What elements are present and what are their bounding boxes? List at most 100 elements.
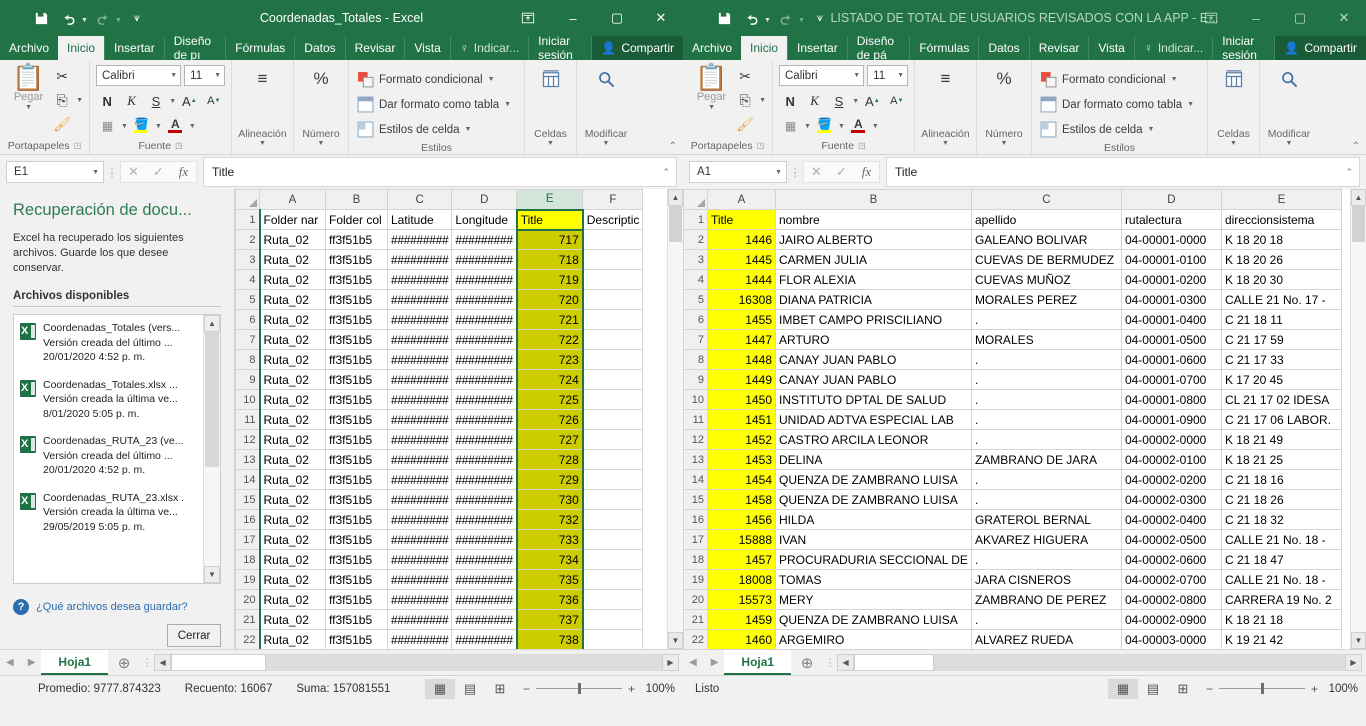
insert-function-icon[interactable]: fx: [171, 161, 196, 183]
cell-A11[interactable]: Ruta_02: [260, 410, 326, 430]
table-row[interactable]: 1918008TOMASJARA CISNEROS04-00002-0700CA…: [684, 570, 1342, 590]
cell-A5[interactable]: Ruta_02: [260, 290, 326, 310]
cell-B1[interactable]: nombre: [776, 210, 972, 230]
paste-button[interactable]: 📋 Pegar ▼: [6, 64, 51, 111]
cell-B11[interactable]: ff3f51b5: [326, 410, 388, 430]
scrollbar-thumb[interactable]: [854, 654, 934, 671]
next-sheet-icon[interactable]: ▶: [711, 657, 719, 668]
cell-C22[interactable]: #########: [388, 630, 452, 650]
cell-C21[interactable]: #########: [388, 610, 452, 630]
font-dialog-launcher[interactable]: ◳: [175, 141, 183, 150]
cell-E8[interactable]: 723: [517, 350, 583, 370]
cell-A13[interactable]: Ruta_02: [260, 450, 326, 470]
scroll-right-icon[interactable]: ▶: [1345, 654, 1362, 671]
cell-D21[interactable]: #########: [452, 610, 517, 630]
paste-button[interactable]: 📋 Pegar ▼: [689, 64, 734, 111]
row-header-9[interactable]: 9: [236, 370, 260, 390]
cell-C1[interactable]: Latitude: [388, 210, 452, 230]
cell-A10[interactable]: 1450: [708, 390, 776, 410]
recovered-files-list[interactable]: Coordenadas_Totales (vers...Versión crea…: [13, 314, 221, 584]
tab-split-handle[interactable]: ⋮: [823, 650, 837, 675]
cell-D15[interactable]: #########: [452, 490, 517, 510]
cell-A22[interactable]: 1460: [708, 630, 776, 650]
cell-B16[interactable]: ff3f51b5: [326, 510, 388, 530]
cell-E9[interactable]: 724: [517, 370, 583, 390]
cancel-formula-icon[interactable]: ✕: [121, 161, 146, 183]
cell-A6[interactable]: 1455: [708, 310, 776, 330]
cell-B8[interactable]: CANAY JUAN PABLO: [776, 350, 972, 370]
row-header-5[interactable]: 5: [684, 290, 708, 310]
zoom-out-button[interactable]: −: [523, 682, 530, 696]
table-row[interactable]: 81448CANAY JUAN PABLO.04-00001-0600C 21 …: [684, 350, 1342, 370]
cell-F1[interactable]: Descriptic: [583, 210, 643, 230]
cell-D11[interactable]: #########: [452, 410, 517, 430]
font-name-select[interactable]: Calibri ▼: [779, 65, 864, 86]
underline-button[interactable]: S: [828, 90, 850, 112]
increase-font-size-button[interactable]: A▲: [861, 90, 883, 112]
cell-B19[interactable]: TOMAS: [776, 570, 972, 590]
enter-formula-icon[interactable]: ✓: [146, 161, 171, 183]
scrollbar-thumb[interactable]: [669, 206, 682, 242]
cell-C2[interactable]: #########: [388, 230, 452, 250]
row-header-16[interactable]: 16: [236, 510, 260, 530]
table-row[interactable]: 131453DELINAZAMBRANO DE JARA04-00002-010…: [684, 450, 1342, 470]
cell-A18[interactable]: 1457: [708, 550, 776, 570]
table-row[interactable]: 71447ARTUROMORALES04-00001-0500C 21 17 5…: [684, 330, 1342, 350]
alignment-dropdown-icon[interactable]: ▼: [259, 140, 266, 147]
scroll-right-icon[interactable]: ▶: [662, 654, 679, 671]
insert-function-icon[interactable]: fx: [854, 161, 879, 183]
cell-E15[interactable]: 730: [517, 490, 583, 510]
ribbon-group-number[interactable]: % Número ▼: [294, 60, 349, 154]
table-row[interactable]: 13Ruta_02ff3f51b5##################728: [236, 450, 643, 470]
undo-icon[interactable]: [739, 5, 765, 31]
table-row[interactable]: 2015573MERYZAMBRANO DE PEREZ04-00002-080…: [684, 590, 1342, 610]
row-header-9[interactable]: 9: [684, 370, 708, 390]
cell-C10[interactable]: .: [971, 390, 1121, 410]
fill-color-dropdown-icon[interactable]: ▼: [838, 123, 845, 130]
previous-sheet-icon[interactable]: ◀: [6, 657, 14, 668]
cell-styles-button[interactable]: Estilos de celda ▼: [357, 118, 518, 141]
cell-B14[interactable]: QUENZA DE ZAMBRANO LUISA: [776, 470, 972, 490]
cell-D8[interactable]: 04-00001-0600: [1121, 350, 1221, 370]
row-header-15[interactable]: 15: [684, 490, 708, 510]
tab-insertar[interactable]: Insertar: [787, 36, 847, 60]
cell-C9[interactable]: .: [971, 370, 1121, 390]
tab-formulas[interactable]: Fórmulas: [225, 36, 294, 60]
cell-B20[interactable]: ff3f51b5: [326, 590, 388, 610]
cell-F17[interactable]: [583, 530, 643, 550]
cell-D2[interactable]: 04-00001-0000: [1121, 230, 1221, 250]
minimize-button[interactable]: –: [551, 0, 595, 36]
cell-B10[interactable]: INSTITUTO DPTAL DE SALUD: [776, 390, 972, 410]
cell-D14[interactable]: 04-00002-0200: [1121, 470, 1221, 490]
table-row[interactable]: 101450INSTITUTO DPTAL DE SALUD.04-00001-…: [684, 390, 1342, 410]
tab-revisar[interactable]: Revisar: [1029, 36, 1089, 60]
zoom-slider[interactable]: [536, 688, 622, 689]
cell-B15[interactable]: ff3f51b5: [326, 490, 388, 510]
cell-D7[interactable]: #########: [452, 330, 517, 350]
cell-C18[interactable]: .: [971, 550, 1121, 570]
cell-C9[interactable]: #########: [388, 370, 452, 390]
cell-F20[interactable]: [583, 590, 643, 610]
conditional-formatting-dropdown-icon[interactable]: ▼: [488, 76, 495, 83]
next-sheet-icon[interactable]: ▶: [28, 657, 36, 668]
cell-B9[interactable]: ff3f51b5: [326, 370, 388, 390]
cell-C5[interactable]: MORALES PEREZ: [971, 290, 1121, 310]
table-row[interactable]: 1Folder narFolder colLatitudeLongitudeTi…: [236, 210, 643, 230]
table-row[interactable]: 1715888IVANAKVAREZ HIGUERA04-00002-0500C…: [684, 530, 1342, 550]
enter-formula-icon[interactable]: ✓: [829, 161, 854, 183]
tab-archivo[interactable]: Archivo: [683, 36, 741, 60]
cell-F14[interactable]: [583, 470, 643, 490]
column-header-B[interactable]: B: [776, 190, 972, 210]
cell-E1[interactable]: direccionsistema: [1221, 210, 1341, 230]
cell-E4[interactable]: K 18 20 30: [1221, 270, 1341, 290]
table-row[interactable]: 12Ruta_02ff3f51b5##################727: [236, 430, 643, 450]
row-header-7[interactable]: 7: [236, 330, 260, 350]
cell-F3[interactable]: [583, 250, 643, 270]
cell-A8[interactable]: Ruta_02: [260, 350, 326, 370]
cell-C19[interactable]: JARA CISNEROS: [971, 570, 1121, 590]
expand-formula-bar-icon[interactable]: ⌃: [662, 167, 670, 178]
cell-A1[interactable]: Title: [708, 210, 776, 230]
cell-E19[interactable]: CALLE 21 No. 18 -: [1221, 570, 1341, 590]
horizontal-scrollbar-left[interactable]: ◀ ▶: [154, 650, 683, 675]
cut-icon[interactable]: ✂: [51, 66, 73, 87]
